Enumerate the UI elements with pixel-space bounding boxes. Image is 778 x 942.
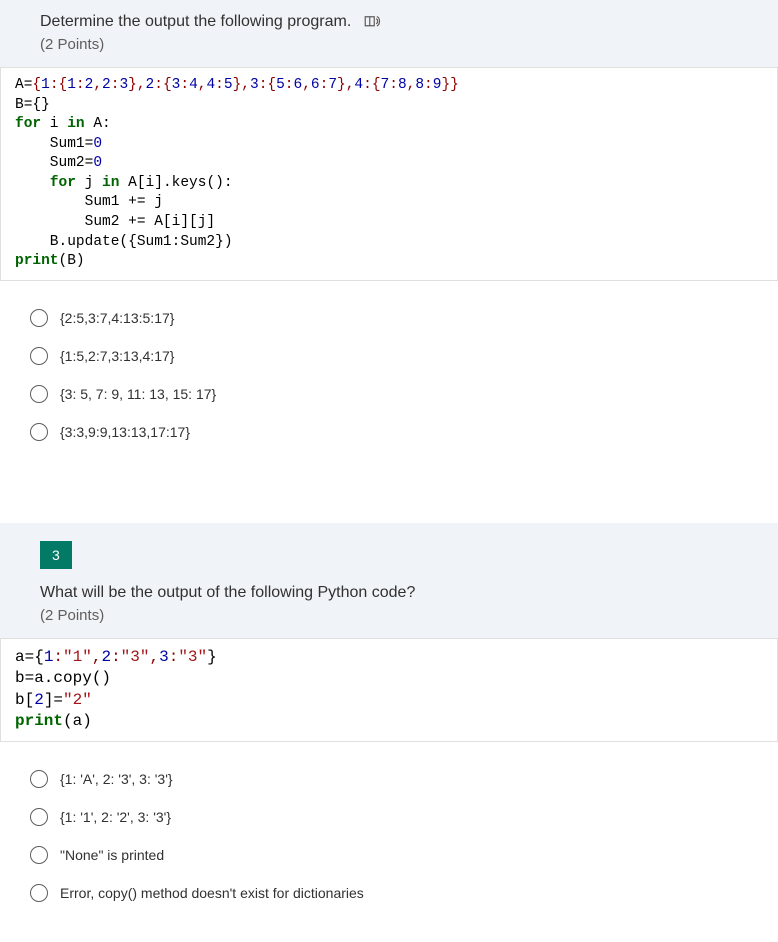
q3-option-2[interactable]: {1: '1', 2: '2', 3: '3'} [24, 798, 754, 836]
q2-option-1[interactable]: {2:5,3:7,4:13:5:17} [24, 299, 754, 337]
radio-icon [30, 347, 48, 365]
radio-icon [30, 385, 48, 403]
option-label: {1: 'A', 2: '3', 3: '3'} [60, 771, 173, 787]
question-3-code: a={1:"1",2:"3",3:"3"} b=a.copy() b[2]="2… [0, 638, 778, 742]
q3-option-4[interactable]: Error, copy() method doesn't exist for d… [24, 874, 754, 912]
radio-icon [30, 309, 48, 327]
option-label: {1:5,2:7,3:13,4:17} [60, 348, 174, 364]
question-3-header: 3 What will be the output of the followi… [0, 523, 778, 638]
q3-option-1[interactable]: {1: 'A', 2: '3', 3: '3'} [24, 760, 754, 798]
question-2-header: Determine the output the following progr… [0, 0, 778, 67]
q2-option-2[interactable]: {1:5,2:7,3:13,4:17} [24, 337, 754, 375]
option-label: {3: 5, 7: 9, 11: 13, 15: 17} [60, 386, 216, 402]
question-2-options: {2:5,3:7,4:13:5:17} {1:5,2:7,3:13,4:17} … [0, 281, 778, 481]
question-3-prompt: What will be the output of the following… [40, 581, 738, 605]
q2-option-4[interactable]: {3:3,9:9,13:13,17:17} [24, 413, 754, 451]
question-3-number: 3 [40, 541, 72, 569]
question-3-points: (2 Points) [40, 607, 738, 624]
option-label: Error, copy() method doesn't exist for d… [60, 885, 364, 901]
option-label: {2:5,3:7,4:13:5:17} [60, 310, 174, 326]
option-label: "None" is printed [60, 847, 164, 863]
radio-icon [30, 423, 48, 441]
option-label: {1: '1', 2: '2', 3: '3'} [60, 809, 171, 825]
radio-icon [30, 884, 48, 902]
question-3-options: {1: 'A', 2: '3', 3: '3'} {1: '1', 2: '2'… [0, 742, 778, 942]
q2-option-3[interactable]: {3: 5, 7: 9, 11: 13, 15: 17} [24, 375, 754, 413]
question-2-code: A={1:{1:2,2:3},2:{3:4,4:5},3:{5:6,6:7},4… [0, 67, 778, 281]
radio-icon [30, 846, 48, 864]
radio-icon [30, 808, 48, 826]
q3-option-3[interactable]: "None" is printed [24, 836, 754, 874]
radio-icon [30, 770, 48, 788]
option-label: {3:3,9:9,13:13,17:17} [60, 424, 190, 440]
question-2-points: (2 Points) [40, 36, 738, 53]
question-2-prompt: Determine the output the following progr… [40, 13, 351, 30]
immersive-reader-icon[interactable] [363, 13, 381, 31]
